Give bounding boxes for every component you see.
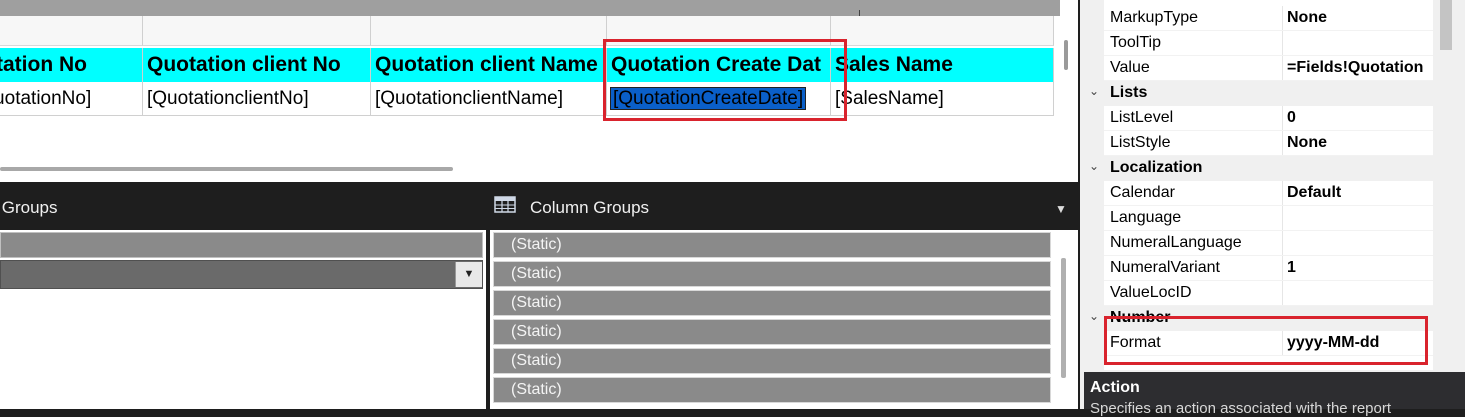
description-title: Action xyxy=(1090,379,1140,396)
column-groups-scrollbar[interactable] xyxy=(1061,258,1066,378)
prop-value[interactable]: 0 xyxy=(1287,109,1433,127)
designer-top-ruler xyxy=(0,0,1060,16)
prop-name: NumeralLanguage xyxy=(1110,234,1242,251)
prop-name: Calendar xyxy=(1110,184,1175,201)
row-group-dropdown-button[interactable]: ▼ xyxy=(455,262,482,287)
prop-row-valuelocid[interactable]: ValueLocID xyxy=(1084,281,1433,306)
category-localization[interactable]: ⌄ Localization xyxy=(1084,156,1433,181)
column-handle-2[interactable] xyxy=(143,16,371,46)
prop-value[interactable]: 1 xyxy=(1287,259,1433,277)
category-name: Lists xyxy=(1110,84,1148,101)
prop-name: ValueLocID xyxy=(1110,284,1192,301)
chevron-down-icon[interactable]: ⌄ xyxy=(1089,159,1099,173)
prop-row-listlevel[interactable]: ListLevel 0 xyxy=(1084,106,1433,131)
prop-value[interactable]: None xyxy=(1287,134,1433,152)
properties-scrollbar[interactable] xyxy=(1440,0,1452,50)
table-grid-icon xyxy=(494,196,516,213)
data-cell-quotation-client-name[interactable]: [QuotationclientName] xyxy=(371,82,607,116)
highlight-box-create-date xyxy=(603,39,847,121)
designer-vertical-scrollbar[interactable] xyxy=(1064,40,1068,70)
designer-horizontal-scrollbar[interactable] xyxy=(0,167,453,171)
prop-row-value[interactable]: Value =Fields!Quotation xyxy=(1084,56,1433,81)
column-group-item[interactable]: (Static) xyxy=(493,377,1051,403)
prop-name: ListLevel xyxy=(1110,109,1174,126)
prop-name: ToolTip xyxy=(1110,34,1161,51)
row-group-item[interactable] xyxy=(0,232,483,258)
prop-name: NumeralVariant xyxy=(1110,259,1220,276)
column-group-item[interactable]: (Static) xyxy=(493,319,1051,345)
prop-value[interactable]: =Fields!Quotation xyxy=(1287,59,1433,77)
column-group-item[interactable]: (Static) xyxy=(493,232,1051,258)
highlight-box-format xyxy=(1104,316,1428,365)
header-cell-quotation-no[interactable]: Quotation No xyxy=(0,48,143,82)
prop-row-liststyle[interactable]: ListStyle None xyxy=(1084,131,1433,156)
prop-name: Language xyxy=(1110,209,1182,226)
header-cell-quotation-client-no[interactable]: Quotation client No xyxy=(143,48,371,82)
chevron-down-icon[interactable]: ⌄ xyxy=(1089,309,1099,323)
row-group-item-selected[interactable] xyxy=(0,260,483,289)
column-group-item[interactable]: (Static) xyxy=(493,348,1051,374)
column-groups-title: Column Groups xyxy=(530,198,650,217)
prop-name: Value xyxy=(1110,59,1150,76)
header-cell-sales-name[interactable]: Sales Name xyxy=(831,48,1054,82)
prop-name: MarkupType xyxy=(1110,9,1199,26)
column-group-item[interactable]: (Static) xyxy=(493,290,1051,316)
prop-row-tooltip[interactable]: ToolTip xyxy=(1084,31,1433,56)
prop-row-markuptype[interactable]: MarkupType None xyxy=(1084,6,1433,31)
prop-row-language[interactable]: Language xyxy=(1084,206,1433,231)
data-cell-quotation-client-no[interactable]: [QuotationclientNo] xyxy=(143,82,371,116)
prop-name: ListStyle xyxy=(1110,134,1171,151)
prop-row-numerallanguage[interactable]: NumeralLanguage xyxy=(1084,231,1433,256)
column-handle-1[interactable] xyxy=(0,16,143,46)
category-name: Localization xyxy=(1110,159,1203,176)
data-cell-sales-name[interactable]: [SalesName] xyxy=(831,82,1054,116)
prop-row-numeralvariant[interactable]: NumeralVariant 1 xyxy=(1084,256,1433,281)
properties-scroll-track xyxy=(1436,0,1456,370)
row-groups-title: Row Groups xyxy=(0,198,58,217)
chevron-down-icon[interactable]: ▼ xyxy=(1055,202,1067,216)
prop-value[interactable]: None xyxy=(1287,9,1433,27)
data-cell-quotation-no[interactable]: [QuotationNo] xyxy=(0,82,143,116)
prop-value[interactable]: Default xyxy=(1287,184,1433,202)
header-cell-quotation-client-name[interactable]: Quotation client Name xyxy=(371,48,607,82)
chevron-down-icon[interactable]: ⌄ xyxy=(1089,84,1099,98)
category-lists[interactable]: ⌄ Lists xyxy=(1084,81,1433,106)
column-handle-3[interactable] xyxy=(371,16,607,46)
prop-row-calendar[interactable]: Calendar Default xyxy=(1084,181,1433,206)
column-handle-5[interactable] xyxy=(831,16,1054,46)
column-group-item[interactable]: (Static) xyxy=(493,261,1051,287)
